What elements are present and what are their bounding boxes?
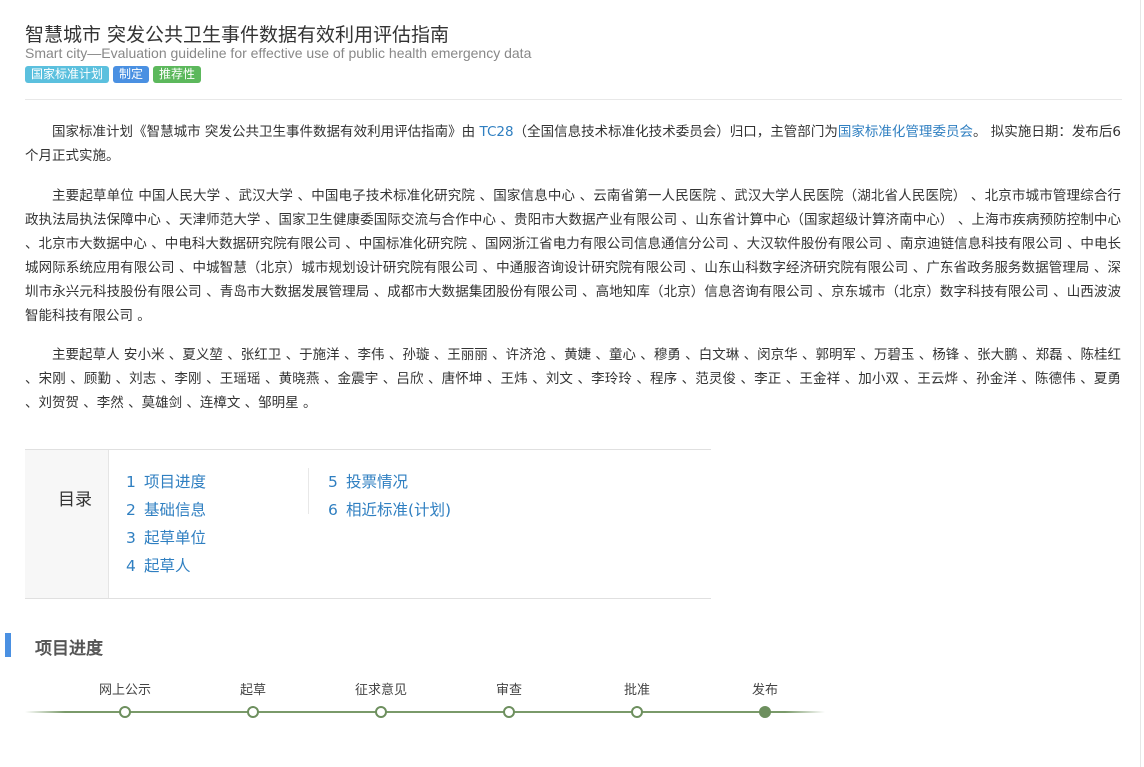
toc-item-progress[interactable]: 1 项目进度 bbox=[126, 468, 206, 496]
toc-label-panel: 目录 bbox=[25, 450, 109, 598]
timeline-step-review: 审查 bbox=[469, 680, 549, 718]
timeline-step-label: 审查 bbox=[495, 683, 522, 698]
toc-item-label: 基础信息 bbox=[144, 501, 207, 519]
drafters-paragraph: 主要起草人 安小米 、夏义堃 、张红卫 、于施洋 、李伟 、孙璇 、王丽丽 、许… bbox=[25, 347, 1121, 411]
timeline-step-dot bbox=[119, 706, 131, 718]
toc-item-number: 5 bbox=[328, 473, 338, 491]
toc-item-number: 4 bbox=[126, 557, 136, 575]
toc-item-voting[interactable]: 5 投票情况 bbox=[328, 468, 451, 496]
timeline-step-release: 发布 bbox=[725, 680, 805, 718]
timeline-step-dot bbox=[375, 706, 387, 718]
timeline-step-label: 起草 bbox=[239, 683, 266, 698]
page-subtitle: Smart city—Evaluation guideline for effe… bbox=[25, 45, 532, 61]
toc-item-label: 起草单位 bbox=[144, 529, 207, 547]
toc-column-separator bbox=[308, 468, 309, 514]
tag-list: 国家标准计划 制定 推荐性 bbox=[25, 66, 202, 83]
tc28-link[interactable]: TC28 bbox=[479, 124, 513, 140]
department-link[interactable]: 国家标准化管理委员会 bbox=[838, 124, 973, 140]
page: 智慧城市 突发公共卫生事件数据有效利用评估指南 Smart city—Evalu… bbox=[0, 0, 1144, 767]
toc-item-label: 相近标准(计划) bbox=[346, 501, 452, 519]
toc-item-label: 起草人 bbox=[144, 557, 191, 575]
intro-text-middle: （全国信息技术标准化技术委员会）归口，主管部门为 bbox=[513, 124, 838, 140]
toc-item-similar-standards[interactable]: 6 相近标准(计划) bbox=[328, 496, 451, 524]
timeline-step-dot bbox=[631, 706, 643, 718]
intro-text-before: 国家标准计划《智慧城市 突发公共卫生事件数据有效利用评估指南》由 bbox=[52, 124, 480, 140]
timeline-step-drafting: 起草 bbox=[213, 680, 293, 718]
page-title: 智慧城市 突发公共卫生事件数据有效利用评估指南 bbox=[25, 24, 450, 46]
timeline-step-label: 批准 bbox=[623, 683, 650, 698]
table-of-contents: 目录 1 项目进度 2 基础信息 3 起草单位 4 起草人 5 投票情况 6 相近标准(计划… bbox=[25, 449, 711, 599]
tag-recommended: 推荐性 bbox=[153, 66, 202, 83]
section-title-progress: 项目进度 bbox=[35, 639, 103, 659]
timeline-step-public-notice: 网上公示 bbox=[85, 680, 165, 718]
tag-national-plan: 国家标准计划 bbox=[25, 66, 110, 83]
progress-timeline: 网上公示 起草 征求意见 审查 批准 发布 bbox=[25, 680, 825, 730]
timeline-step-dot bbox=[503, 706, 515, 718]
timeline-step-label: 发布 bbox=[751, 683, 778, 698]
timeline-step-dot bbox=[247, 706, 259, 718]
section-accent-bar bbox=[5, 633, 11, 657]
timeline-step-comments: 征求意见 bbox=[341, 680, 421, 718]
page-right-border bbox=[1140, 0, 1141, 767]
toc-item-label: 投票情况 bbox=[346, 473, 409, 491]
intro-paragraph: 国家标准计划《智慧城市 突发公共卫生事件数据有效利用评估指南》由 TC28（全国… bbox=[25, 120, 1121, 168]
timeline-step-label: 征求意见 bbox=[354, 683, 407, 698]
toc-label: 目录 bbox=[58, 490, 92, 510]
toc-item-number: 3 bbox=[126, 529, 136, 547]
toc-item-number: 2 bbox=[126, 501, 136, 519]
toc-column-1: 1 项目进度 2 基础信息 3 起草单位 4 起草人 bbox=[126, 468, 206, 580]
toc-item-number: 1 bbox=[126, 473, 136, 491]
toc-item-basic-info[interactable]: 2 基础信息 bbox=[126, 496, 206, 524]
toc-column-2: 5 投票情况 6 相近标准(计划) bbox=[328, 468, 451, 524]
timeline-step-label: 网上公示 bbox=[98, 683, 151, 698]
timeline-step-approval: 批准 bbox=[597, 680, 677, 718]
timeline-step-dot-current bbox=[759, 706, 771, 718]
toc-item-drafting-units[interactable]: 3 起草单位 bbox=[126, 524, 206, 552]
header-divider bbox=[25, 99, 1122, 100]
tag-formulation: 制定 bbox=[113, 66, 150, 83]
drafting-units-paragraph: 主要起草单位 中国人民大学 、武汉大学 、中国电子技术标准化研究院 、国家信息中… bbox=[25, 188, 1121, 324]
toc-item-label: 项目进度 bbox=[144, 473, 207, 491]
toc-item-drafters[interactable]: 4 起草人 bbox=[126, 552, 206, 580]
toc-item-number: 6 bbox=[328, 501, 338, 519]
